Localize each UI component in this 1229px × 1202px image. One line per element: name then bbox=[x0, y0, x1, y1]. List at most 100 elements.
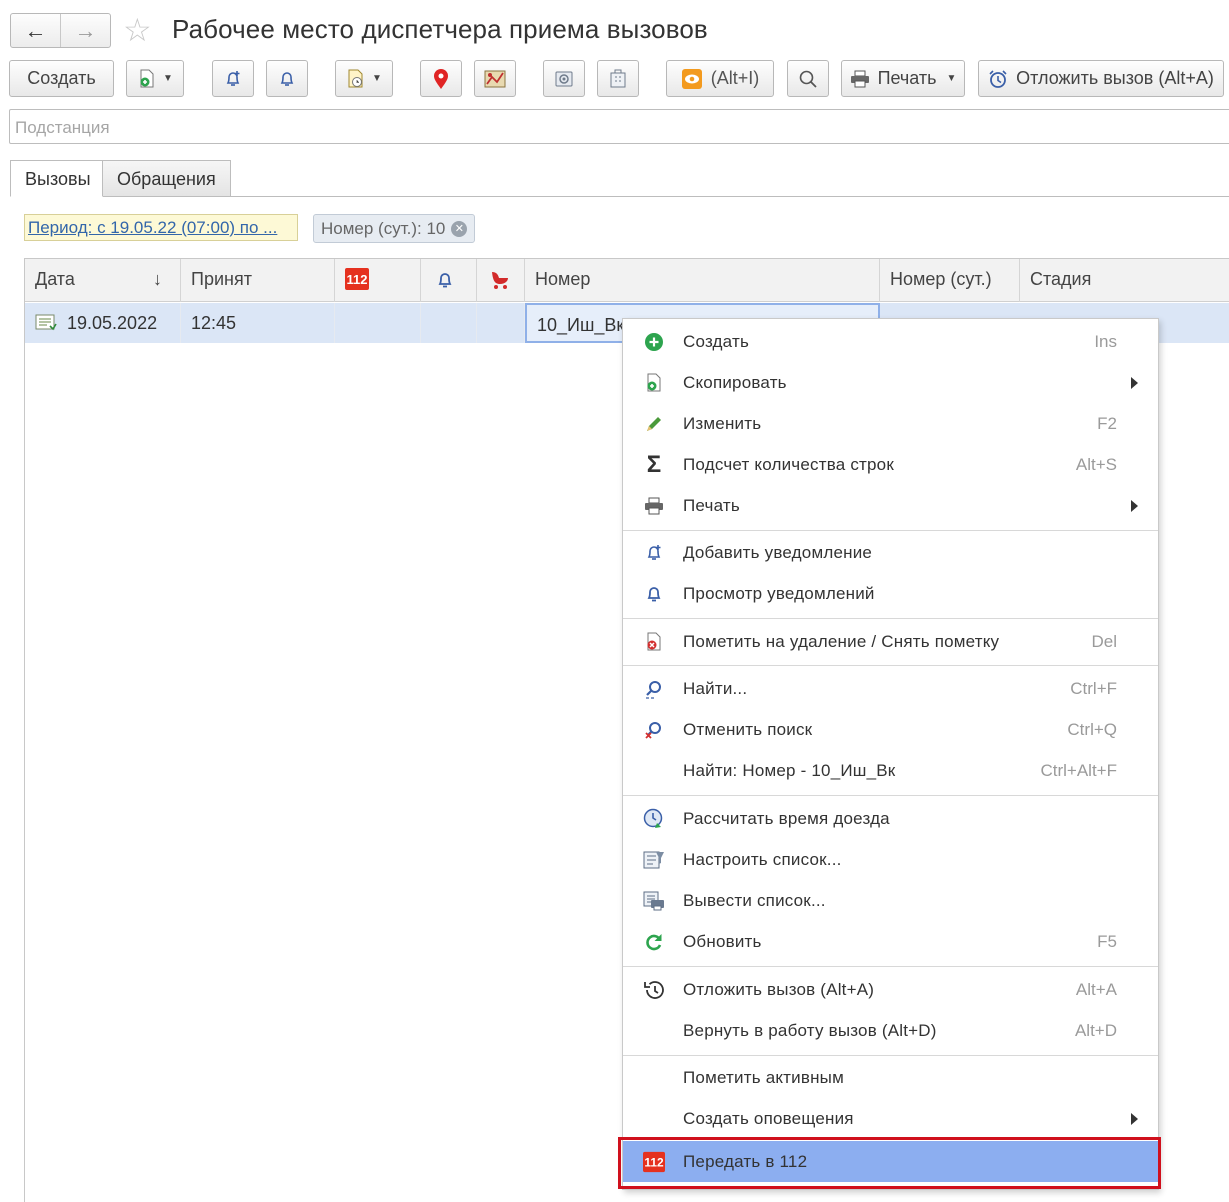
menu-item-output-list[interactable]: Вывести список... bbox=[623, 880, 1158, 921]
output-list-icon bbox=[643, 890, 665, 912]
print-button[interactable]: Печать ▼ bbox=[841, 60, 965, 97]
tab-calls[interactable]: Вызовы bbox=[10, 160, 103, 197]
camera-icon bbox=[555, 71, 573, 86]
highlight-frame bbox=[618, 1137, 1161, 1189]
search-button[interactable] bbox=[787, 60, 829, 97]
clear-filter-icon[interactable]: ✕ bbox=[451, 220, 468, 237]
document-dropdown-button[interactable]: ▼ bbox=[335, 60, 393, 97]
route-map-button[interactable] bbox=[474, 60, 516, 97]
delete-document-icon bbox=[643, 631, 665, 653]
add-notification-button[interactable] bbox=[212, 60, 254, 97]
menu-separator bbox=[623, 795, 1158, 796]
navigation-buttons: ← → bbox=[10, 13, 111, 48]
substation-input[interactable]: Подстанция bbox=[9, 109, 1229, 144]
forward-button[interactable]: → bbox=[60, 14, 110, 47]
sigma-icon: Σ bbox=[646, 451, 662, 478]
chevron-down-icon: ▼ bbox=[372, 73, 382, 84]
globe-clock-icon bbox=[643, 808, 665, 830]
document-clock-icon bbox=[348, 69, 363, 87]
menu-item-count-rows[interactable]: Σ Подсчет количества строк Alt+S bbox=[623, 444, 1158, 485]
number-filter-label: Номер (сут.): 10 bbox=[321, 218, 446, 238]
map-point-button[interactable] bbox=[420, 60, 462, 97]
column-header-child[interactable] bbox=[477, 259, 525, 302]
number-filter-chip[interactable]: Номер (сут.): 10 ✕ bbox=[313, 214, 476, 243]
alt-i-button[interactable]: (Alt+I) bbox=[666, 60, 774, 97]
copy-dropdown-button[interactable]: ▼ bbox=[126, 60, 184, 97]
menu-item-mark-active[interactable]: Пометить активным bbox=[623, 1057, 1158, 1098]
column-header-date[interactable]: Дата ↓ bbox=[25, 259, 181, 302]
postpone-call-button[interactable]: Отложить вызов (Alt+A) bbox=[978, 60, 1224, 97]
menu-item-find-by-number[interactable]: Найти: Номер - 10_Иш_Вк Ctrl+Alt+F bbox=[623, 750, 1158, 791]
cell-date: 19.05.2022 bbox=[25, 303, 181, 343]
search-icon bbox=[643, 678, 665, 700]
copy-document-icon bbox=[140, 69, 154, 87]
menu-item-refresh[interactable]: Обновить F5 bbox=[623, 921, 1158, 962]
submenu-arrow-icon bbox=[1131, 1112, 1138, 1125]
copy-document-icon bbox=[643, 372, 665, 394]
menu-item-add-notification[interactable]: Добавить уведомление bbox=[623, 532, 1158, 573]
column-header-accepted[interactable]: Принят bbox=[181, 259, 335, 302]
pencil-icon bbox=[643, 413, 665, 435]
search-icon bbox=[799, 70, 817, 88]
context-menu: Создать Ins Скопировать Изменить F2 Σ По… bbox=[622, 318, 1159, 1190]
table-header: Дата ↓ Принят 112 Номер Номер (сут.) Ста… bbox=[25, 259, 1229, 302]
column-header-stage[interactable]: Стадия bbox=[1020, 259, 1229, 302]
menu-item-create-alerts[interactable]: Создать оповещения bbox=[623, 1098, 1158, 1139]
eye-icon bbox=[681, 68, 702, 89]
printer-icon bbox=[643, 495, 665, 517]
bell-icon bbox=[643, 583, 665, 605]
menu-item-find[interactable]: Найти... Ctrl+F bbox=[623, 668, 1158, 709]
period-filter-link[interactable]: Период: с 19.05.22 (07:00) по ... bbox=[24, 214, 298, 241]
menu-item-copy[interactable]: Скопировать bbox=[623, 362, 1158, 403]
menu-item-postpone-call[interactable]: Отложить вызов (Alt+A) Alt+A bbox=[623, 969, 1158, 1010]
column-header-daily-number[interactable]: Номер (сут.) bbox=[880, 259, 1020, 302]
chevron-down-icon: ▼ bbox=[946, 73, 957, 84]
menu-item-print[interactable]: Печать bbox=[623, 485, 1158, 526]
badge-112-icon: 112 bbox=[345, 268, 369, 290]
badge-112-text: 112 bbox=[347, 272, 368, 287]
refresh-icon bbox=[643, 931, 665, 953]
menu-separator bbox=[623, 966, 1158, 967]
menu-item-mark-delete[interactable]: Пометить на удаление / Снять пометку Del bbox=[623, 621, 1158, 662]
view-notifications-button[interactable] bbox=[266, 60, 308, 97]
back-button[interactable]: ← bbox=[11, 14, 60, 47]
submenu-arrow-icon bbox=[1131, 376, 1138, 389]
tab-appeals[interactable]: Обращения bbox=[102, 160, 231, 197]
window-title: Рабочее место диспетчера приема вызовов bbox=[172, 14, 708, 44]
column-header-notification[interactable] bbox=[421, 259, 477, 302]
column-header-112[interactable]: 112 bbox=[335, 259, 421, 302]
cell-112 bbox=[335, 303, 421, 343]
menu-separator bbox=[623, 530, 1158, 531]
history-clock-icon bbox=[643, 979, 665, 1001]
cell-notification bbox=[421, 303, 477, 343]
chevron-down-icon: ▼ bbox=[163, 73, 173, 84]
favorite-star-icon[interactable]: ☆ bbox=[123, 12, 152, 48]
document-list-icon bbox=[35, 314, 57, 331]
list-settings-icon bbox=[643, 849, 665, 871]
stroller-icon bbox=[492, 272, 508, 289]
building-icon bbox=[610, 69, 626, 87]
menu-item-cancel-search[interactable]: Отменить поиск Ctrl+Q bbox=[623, 709, 1158, 750]
create-button[interactable]: Создать bbox=[9, 60, 114, 97]
cell-accepted: 12:45 bbox=[181, 303, 335, 343]
add-circle-icon bbox=[643, 331, 665, 353]
menu-item-configure-list[interactable]: Настроить список... bbox=[623, 839, 1158, 880]
building-button[interactable] bbox=[597, 60, 639, 97]
menu-item-view-notifications[interactable]: Просмотр уведомлений bbox=[623, 573, 1158, 614]
bell-icon bbox=[280, 71, 294, 86]
alarm-clock-icon bbox=[989, 69, 1007, 88]
menu-item-edit[interactable]: Изменить F2 bbox=[623, 403, 1158, 444]
map-pin-icon bbox=[434, 68, 448, 89]
bell-plus-icon bbox=[226, 70, 240, 86]
column-header-number[interactable]: Номер bbox=[525, 259, 880, 302]
menu-item-create[interactable]: Создать Ins bbox=[623, 321, 1158, 362]
camera-button[interactable] bbox=[543, 60, 585, 97]
submenu-arrow-icon bbox=[1131, 499, 1138, 512]
sort-descending-icon: ↓ bbox=[153, 269, 162, 289]
menu-item-calc-arrival[interactable]: Рассчитать время доезда bbox=[623, 798, 1158, 839]
bell-icon bbox=[438, 273, 452, 288]
printer-icon bbox=[850, 70, 869, 87]
menu-item-return-call[interactable]: Вернуть в работу вызов (Alt+D) Alt+D bbox=[623, 1010, 1158, 1051]
cancel-search-icon bbox=[643, 719, 665, 741]
bell-plus-icon bbox=[643, 542, 665, 564]
